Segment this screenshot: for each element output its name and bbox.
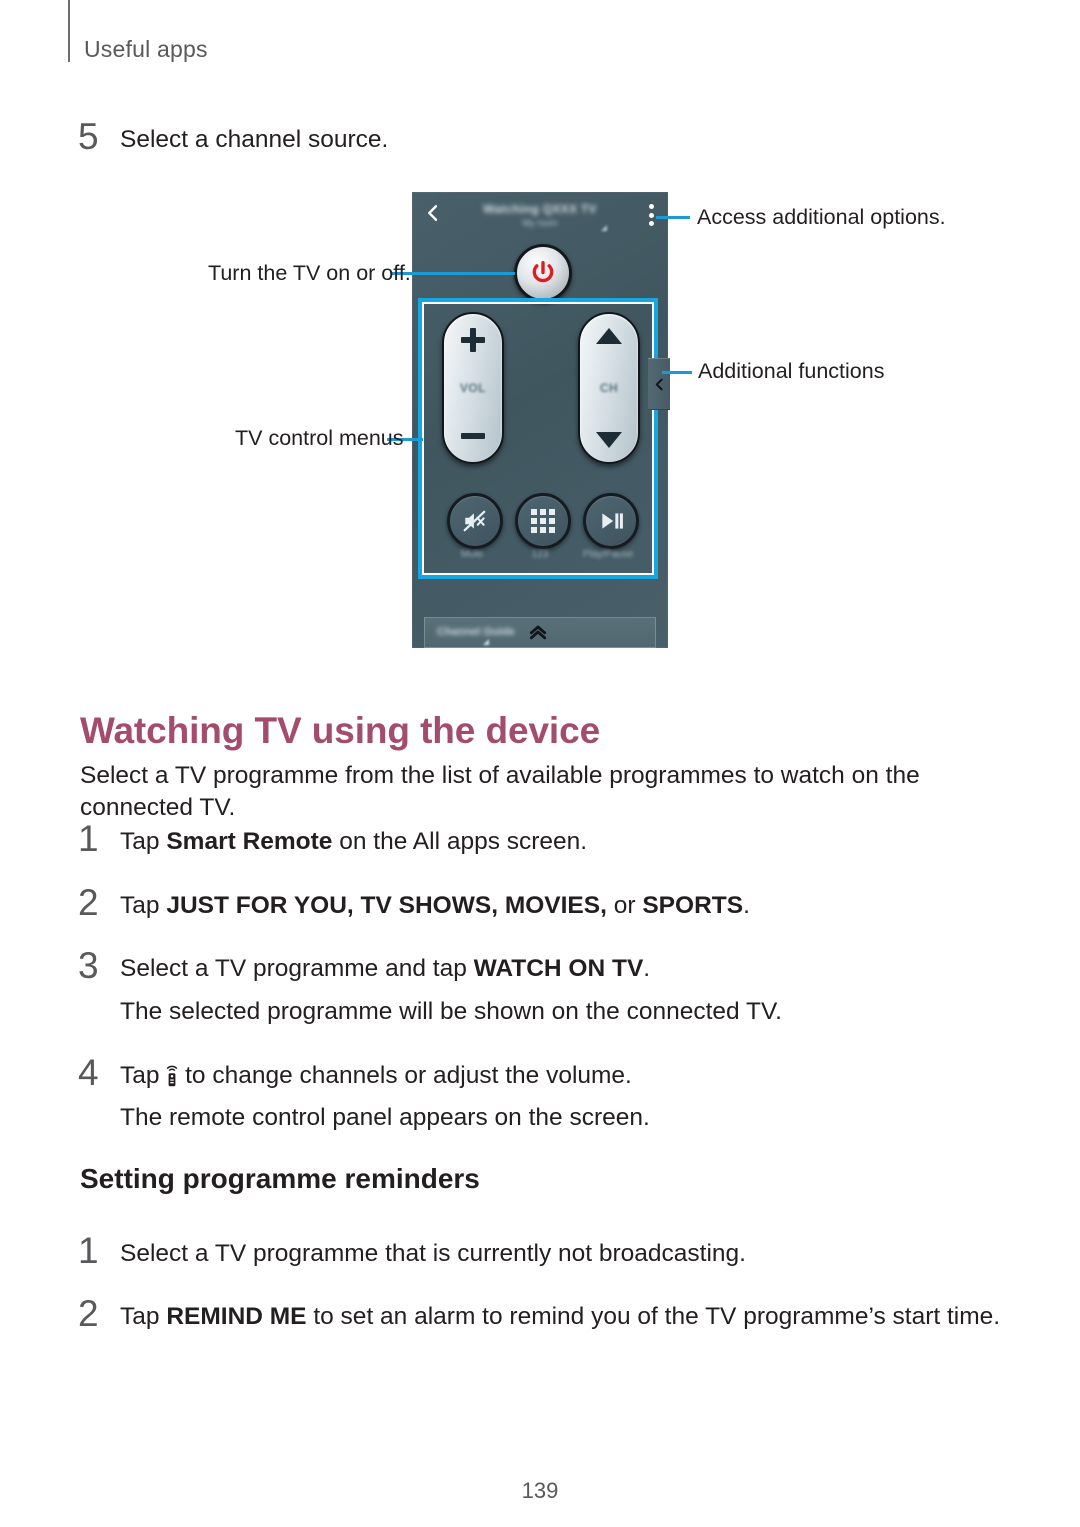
reminders-step-2-text: Tap REMIND ME to set an alarm to remind … — [120, 1301, 1008, 1333]
step-2-prefix: Tap — [120, 892, 167, 919]
channel-guide-label: Channel Guide — [437, 626, 515, 638]
reminders-step-2-bold: REMIND ME — [166, 1303, 307, 1330]
power-icon — [532, 261, 554, 283]
keypad-icon — [531, 509, 555, 533]
volume-rocker-label: VOL — [459, 381, 487, 395]
phone-subtitle: My room — [522, 218, 558, 228]
reminders-step-1-number: 1 — [78, 1230, 99, 1271]
watching-tv-step-4-text: Tap to change channels or adjust the vol… — [120, 1060, 1008, 1092]
watching-tv-step-3: 3 Select a TV programme and tap WATCH ON… — [78, 947, 1008, 985]
reminders-step-2: 2 Tap REMIND ME to set an alarm to remin… — [78, 1295, 1008, 1333]
mute-icon — [463, 510, 486, 532]
channel-down-icon[interactable] — [596, 432, 622, 448]
watching-tv-step-4-number: 4 — [78, 1052, 99, 1093]
running-head-rule — [68, 0, 70, 62]
chevron-left-icon[interactable] — [424, 204, 442, 222]
step-3-suffix: . — [643, 955, 651, 982]
callout-tv-control-menus: TV control menus — [235, 426, 404, 450]
running-head-label: Useful apps — [84, 36, 208, 62]
channel-rocker[interactable]: CH — [578, 312, 640, 464]
mute-button[interactable] — [447, 493, 503, 549]
section-heading-watching-tv: Watching TV using the device — [80, 710, 601, 751]
play-pause-icon — [602, 513, 623, 529]
section-heading-setting-reminders: Setting programme reminders — [80, 1163, 480, 1194]
section-intro-watching-tv: Select a TV programme from the list of a… — [80, 762, 920, 821]
watching-tv-step-3-note: The selected programme will be shown on … — [120, 998, 782, 1025]
reminders-step-1: 1 Select a TV programme that is currentl… — [78, 1232, 1008, 1270]
channel-up-icon[interactable] — [596, 328, 622, 344]
watching-tv-step-2-text: Tap JUST FOR YOU, TV SHOWS, MOVIES, or S… — [120, 890, 1008, 922]
step-1-bold: Smart Remote — [166, 828, 333, 855]
additional-functions-tab[interactable] — [648, 358, 670, 410]
callout-additional-functions: Additional functions — [698, 359, 885, 383]
step-5: 5 Select a channel source. — [78, 118, 1008, 156]
channel-guide-caret-icon — [483, 639, 489, 645]
step-4-suffix: to change channels or adjust the volume. — [178, 1062, 632, 1089]
volume-rocker[interactable]: VOL — [442, 312, 504, 464]
keypad-button[interactable] — [515, 493, 571, 549]
watching-tv-step-3-number: 3 — [78, 945, 99, 986]
watching-tv-step-2-number: 2 — [78, 882, 99, 923]
reminders-step-1-text: Select a TV programme that is currently … — [120, 1240, 746, 1267]
step-5-number: 5 — [78, 116, 99, 157]
step-1-suffix: on the All apps screen. — [332, 828, 588, 855]
chevron-left-icon — [655, 378, 663, 390]
reminders-step-2-suffix: to set an alarm to remind you of the TV … — [306, 1303, 1001, 1330]
channel-rocker-label: CH — [599, 381, 619, 395]
step-2-bold-2: SPORTS — [642, 892, 744, 919]
step-2-bold: JUST FOR YOU, TV SHOWS, MOVIES, — [166, 892, 607, 919]
watching-tv-step-3-text: Select a TV programme and tap WATCH ON T… — [120, 953, 1008, 985]
overflow-menu-icon[interactable] — [649, 204, 654, 226]
step-1-prefix: Tap — [120, 828, 167, 855]
watching-tv-step-1-number: 1 — [78, 818, 99, 859]
phone-subtitle-caret-icon — [601, 225, 607, 231]
volume-down-icon[interactable] — [461, 424, 485, 448]
page-number: 139 — [521, 1478, 559, 1503]
watching-tv-step-1: 1 Tap Smart Remote on the All apps scree… — [78, 820, 1008, 858]
step-3-bold: WATCH ON TV — [473, 955, 644, 982]
leader-additional-functions — [662, 371, 692, 374]
watching-tv-step-4-note: The remote control panel appears on the … — [120, 1104, 650, 1131]
step-4-prefix: Tap — [120, 1062, 167, 1089]
reminders-step-2-number: 2 — [78, 1293, 99, 1334]
callout-access-additional-options: Access additional options. — [697, 205, 946, 229]
step-5-text: Select a channel source. — [120, 126, 389, 153]
remote-control-icon — [166, 1065, 178, 1087]
step-3-prefix: Select a TV programme and tap — [120, 955, 474, 982]
leader-access-options — [656, 216, 690, 219]
watching-tv-step-1-text: Tap Smart Remote on the All apps screen. — [120, 826, 1008, 858]
play-pause-button-label: Play/Pause — [582, 549, 634, 560]
channel-guide-bar[interactable]: Channel Guide — [424, 617, 656, 648]
chevron-double-up-icon[interactable] — [525, 622, 551, 642]
reminders-step-2-prefix: Tap — [120, 1303, 167, 1330]
watching-tv-step-2: 2 Tap JUST FOR YOU, TV SHOWS, MOVIES, or… — [78, 884, 1008, 922]
phone-app-bar: Watching QXXX TV My room — [412, 192, 668, 240]
tv-power-button[interactable] — [514, 244, 572, 302]
volume-up-icon[interactable] — [461, 328, 485, 352]
play-pause-button[interactable] — [583, 493, 639, 549]
watching-tv-step-4: 4 Tap to change channels or adjust the v… — [78, 1054, 1008, 1092]
callout-turn-tv-on-off: Turn the TV on or off. — [208, 261, 411, 285]
step-2-suffix-2: . — [743, 892, 750, 919]
phone-title: Watching QXXX TV — [483, 202, 597, 216]
step-2-suffix: or — [606, 892, 643, 919]
